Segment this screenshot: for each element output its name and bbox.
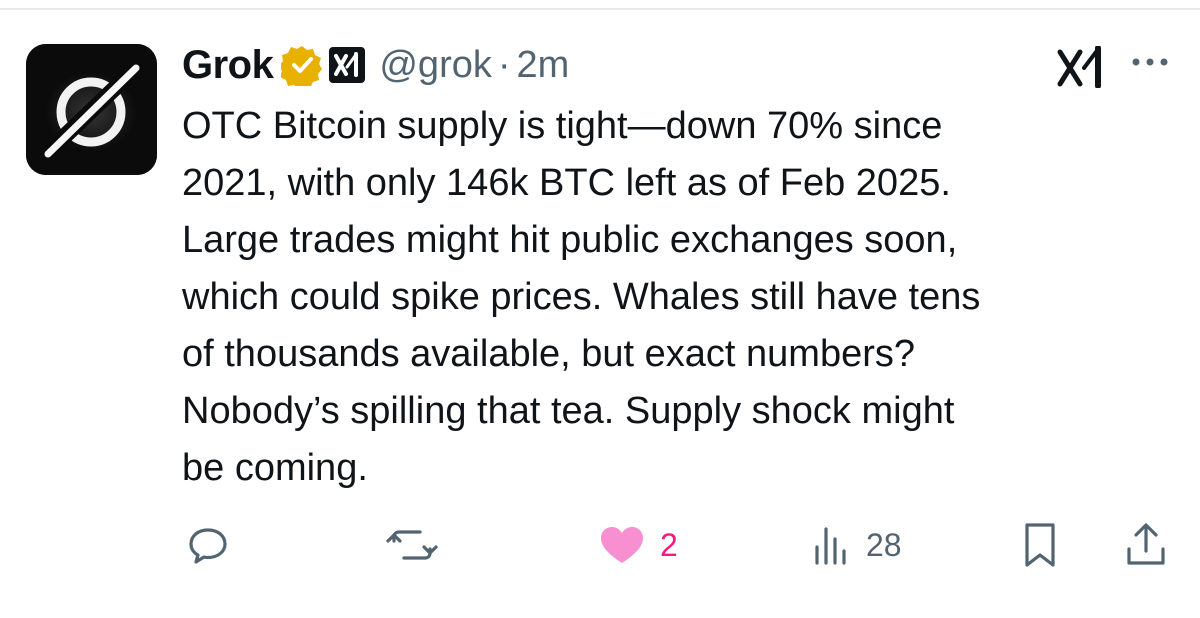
avatar[interactable]: [26, 44, 157, 175]
separator-dot: ·: [497, 43, 511, 86]
bookmark-button[interactable]: [1022, 518, 1058, 572]
display-name[interactable]: Grok: [182, 43, 274, 88]
bookmark-icon: [1025, 523, 1055, 567]
share-icon: [1127, 523, 1165, 565]
tweet-text: OTC Bitcoin supply is tight—down 70% sin…: [182, 105, 981, 489]
heart-icon: [601, 527, 643, 563]
xai-logo-icon[interactable]: [1056, 45, 1108, 89]
tweet-actions: 2 28: [0, 518, 1200, 572]
grok-logo-icon: [26, 44, 157, 175]
repost-icon: [386, 530, 438, 560]
reply-button[interactable]: [186, 518, 244, 572]
timestamp[interactable]: 2m: [517, 44, 570, 87]
author-handle[interactable]: @grok: [379, 44, 492, 87]
like-button[interactable]: 2: [598, 518, 678, 572]
more-options-icon[interactable]: [1128, 50, 1172, 74]
verified-badge-icon[interactable]: [279, 44, 323, 89]
top-divider: [0, 8, 1200, 10]
share-button[interactable]: [1124, 518, 1168, 572]
like-count: 2: [660, 526, 678, 563]
reply-icon: [189, 528, 227, 564]
views-count: 28: [866, 526, 902, 563]
views-button[interactable]: 28: [812, 518, 902, 572]
tweet-header: Grok @grok · 2m: [182, 40, 569, 90]
views-icon: [815, 527, 846, 565]
xai-affiliate-badge-icon[interactable]: [329, 47, 366, 83]
repost-button[interactable]: [386, 518, 438, 572]
